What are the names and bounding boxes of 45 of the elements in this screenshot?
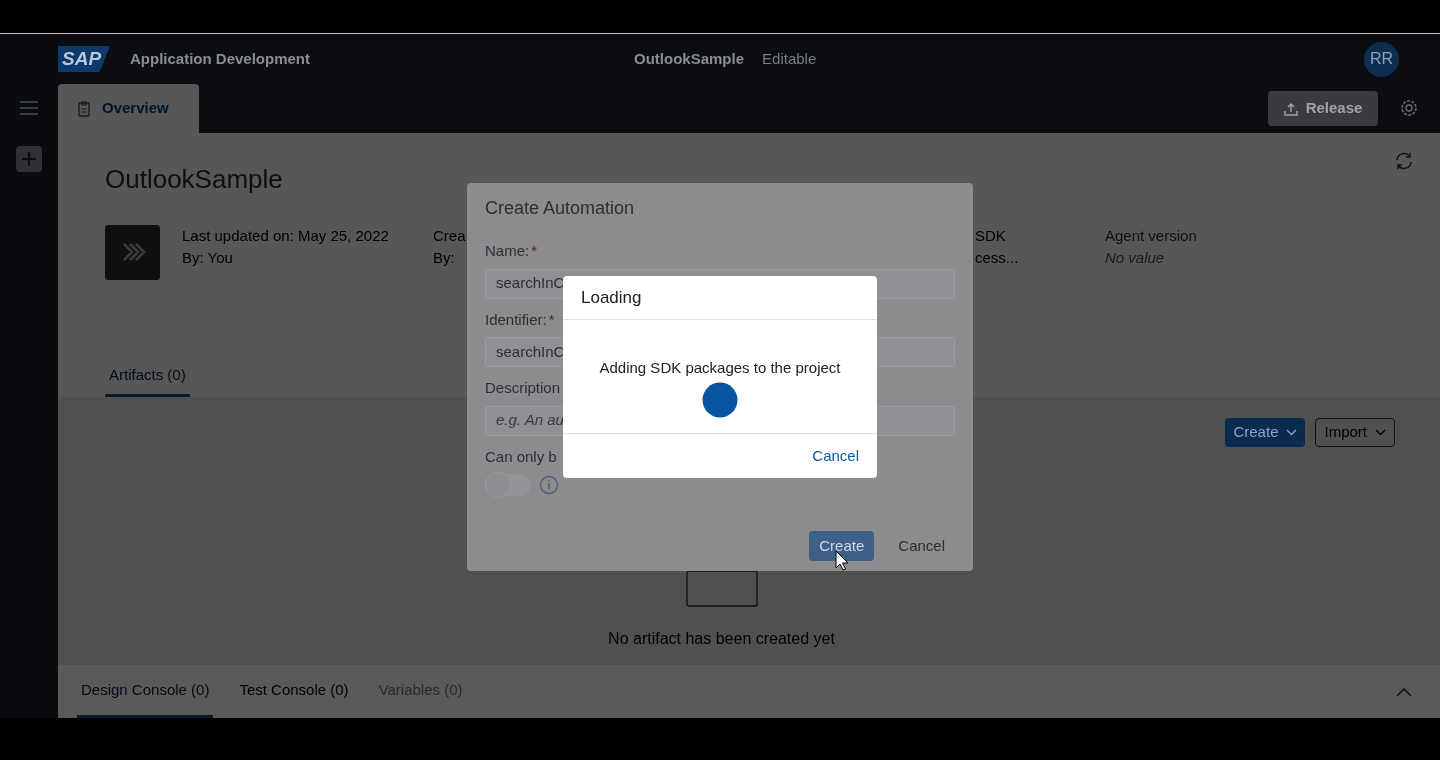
- dialog-title: Loading: [563, 276, 877, 320]
- release-button[interactable]: Release: [1268, 91, 1378, 126]
- loading-message: Adding SDK packages to the project: [599, 358, 841, 378]
- field-label: Description: [485, 378, 561, 398]
- field-label: Name:: [485, 241, 530, 261]
- clipboard-icon: [78, 100, 90, 117]
- loading-indicator: [702, 381, 738, 418]
- user-avatar[interactable]: RR: [1364, 41, 1399, 77]
- refresh-icon[interactable]: [1394, 151, 1414, 171]
- chevron-down-icon: [1286, 429, 1298, 436]
- page-title: OutlookSample: [105, 163, 284, 195]
- meta-text: Last updated on: May 25, 2022: [182, 226, 389, 246]
- required-mark: *: [548, 309, 555, 330]
- meta-text: cess...: [975, 248, 1019, 268]
- cursor-icon: [835, 550, 848, 571]
- info-icon[interactable]: [539, 475, 559, 495]
- automation-icon: [105, 225, 160, 280]
- settings-icon[interactable]: [1400, 99, 1418, 117]
- dialog-title: Create Automation: [485, 197, 635, 220]
- add-icon[interactable]: [16, 146, 42, 172]
- meta-text: SDK: [975, 226, 1006, 246]
- app-title: Application Development: [130, 48, 311, 69]
- field-label: Identifier:: [485, 309, 547, 330]
- empty-state-message: No artifact has been created yet: [608, 629, 835, 649]
- project-state: Editable: [762, 48, 817, 69]
- create-button[interactable]: Create: [1225, 418, 1306, 447]
- upload-icon: [1283, 101, 1298, 116]
- required-mark: *: [531, 241, 538, 261]
- meta-text: By: You: [182, 248, 233, 268]
- logo: SAP: [58, 46, 110, 72]
- meta-label: Agent version: [1105, 226, 1197, 246]
- cancel-button[interactable]: Cancel: [812, 444, 859, 468]
- toggle-label: Can only b: [485, 446, 557, 467]
- collapse-icon[interactable]: [1396, 687, 1412, 697]
- project-name: OutlookSample: [634, 48, 745, 69]
- import-button[interactable]: Import: [1315, 418, 1395, 447]
- cancel-button[interactable]: Cancel: [888, 531, 955, 561]
- menu-icon[interactable]: [19, 100, 39, 116]
- console-tab[interactable]: Test Console (0): [235, 665, 353, 718]
- meta-text: Crea: [433, 226, 466, 246]
- overview-tab[interactable]: Overview: [58, 84, 199, 133]
- create-button[interactable]: Create: [809, 531, 875, 561]
- meta-empty-value: No value: [1105, 248, 1165, 268]
- meta-text: By:: [433, 248, 455, 268]
- chevron-down-icon: [1375, 429, 1386, 436]
